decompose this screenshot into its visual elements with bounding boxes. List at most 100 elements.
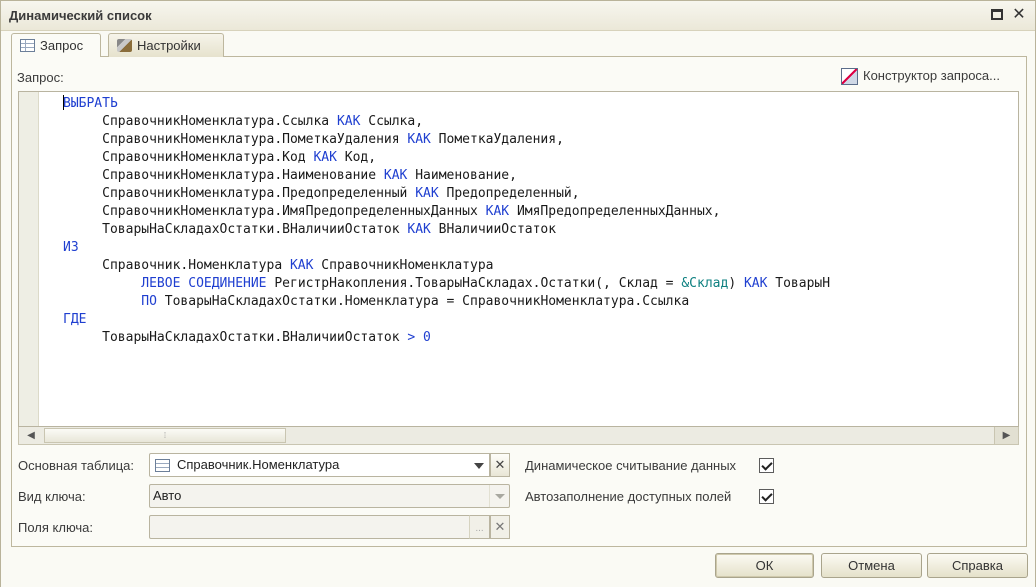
dialog-window: Динамический список ✕ Запрос Настройки З… xyxy=(0,0,1036,587)
code-text: ТоварыНаСкладахОстатки.ВНаличииОстаток xyxy=(63,330,408,345)
key-type-label: Вид ключа: xyxy=(18,489,86,504)
dynamic-read-label: Динамическое считывание данных xyxy=(525,458,737,473)
query-label: Запрос: xyxy=(17,70,64,85)
query-constructor-label: Конструктор запроса... xyxy=(863,68,1000,83)
query-constructor-link[interactable]: Конструктор запроса... xyxy=(841,68,1000,86)
chevron-down-icon xyxy=(474,463,484,469)
code-text: Ссылка, xyxy=(360,114,424,129)
maximize-icon[interactable] xyxy=(989,7,1005,23)
scroll-left-icon[interactable]: ◀ xyxy=(19,427,43,444)
code-line: ВЫБРАТЬ xyxy=(63,95,830,113)
catalog-table-icon xyxy=(155,459,170,472)
key-fields-clear-button[interactable]: ✕ xyxy=(490,515,510,539)
code-keyword: ЛЕВОЕ СОЕДИНЕНИЕ xyxy=(141,276,267,291)
code-line: СправочникНоменклатура.Предопределенный … xyxy=(63,185,830,203)
code-text: ) xyxy=(728,276,744,291)
scroll-right-icon[interactable]: ▶ xyxy=(994,427,1018,444)
main-table-field[interactable]: Справочник.Номенклатура xyxy=(149,453,489,477)
query-text-editor[interactable]: ВЫБРАТЬ СправочникНоменклатура.Ссылка КА… xyxy=(18,91,1019,427)
code-text: РегистрНакопления.ТоварыНаСкладах.Остатк… xyxy=(266,276,682,291)
code-text: СправочникНоменклатура.Ссылка xyxy=(63,114,337,129)
code-parameter: &Склад xyxy=(681,276,729,291)
code-text: Наименование, xyxy=(407,168,517,183)
main-table-value: Справочник.Номенклатура xyxy=(177,457,340,472)
code-keyword: ПО xyxy=(141,294,157,309)
key-type-dropdown-button[interactable] xyxy=(489,485,509,507)
key-fields-label: Поля ключа: xyxy=(18,520,94,535)
code-text: СправочникНоменклатура.Код xyxy=(63,150,314,165)
code-line: Справочник.Номенклатура КАК СправочникНо… xyxy=(63,257,830,275)
dynamic-read-checkbox[interactable] xyxy=(759,458,774,473)
main-table-clear-button[interactable]: ✕ xyxy=(490,453,510,477)
code-text: ПометкаУдаления, xyxy=(430,132,564,147)
table-icon xyxy=(20,39,35,52)
code-keyword: КАК xyxy=(336,114,361,129)
cancel-button[interactable]: Отмена xyxy=(821,553,922,578)
code-text: СправочникНоменклатура.Предопределенный xyxy=(63,186,416,201)
code-line: ЛЕВОЕ СОЕДИНЕНИЕ РегистрНакопления.Товар… xyxy=(63,275,830,293)
key-type-value: Авто xyxy=(153,488,182,503)
key-fields-select-button[interactable]: ... xyxy=(469,515,490,539)
settings-tools-icon xyxy=(117,39,132,52)
code-line: СправочникНоменклатура.ПометкаУдаления К… xyxy=(63,131,830,149)
scrollbar-thumb[interactable]: ⁞ xyxy=(44,428,286,443)
query-constructor-icon xyxy=(841,68,858,85)
code-text: ТоварыН xyxy=(767,276,831,291)
editor-gutter xyxy=(19,92,39,426)
code-keyword: КАК xyxy=(289,258,314,273)
title-bar: Динамический список ✕ xyxy=(1,1,1035,31)
close-icon[interactable]: ✕ xyxy=(1011,7,1027,23)
key-fields-input[interactable] xyxy=(149,515,489,539)
key-type-select[interactable]: Авто xyxy=(149,484,510,508)
code-keyword: КАК xyxy=(485,204,510,219)
code-keyword: ВЫБРАТЬ xyxy=(63,96,118,111)
code-line: СправочникНоменклатура.Код КАК Код, xyxy=(63,149,830,167)
code-keyword: КАК xyxy=(407,132,431,147)
window-title: Динамический список xyxy=(9,8,152,23)
code-line: ИЗ xyxy=(63,239,830,257)
main-table-dropdown-button[interactable] xyxy=(469,453,490,477)
code-keyword: КАК xyxy=(407,222,431,237)
tab-query-label: Запрос xyxy=(40,38,84,53)
code-text: Справочник.Номенклатура xyxy=(63,258,290,273)
tab-query[interactable]: Запрос xyxy=(11,33,101,58)
code-text: Предопределенный, xyxy=(438,186,580,201)
code-line: ТоварыНаСкладахОстатки.ВНаличииОстаток >… xyxy=(63,329,830,347)
code-text: СправочникНоменклатура.ПометкаУдаления xyxy=(63,132,408,147)
code-number: 0 xyxy=(423,330,431,345)
autofill-label: Автозаполнение доступных полей xyxy=(525,489,732,504)
code-keyword: КАК xyxy=(313,150,337,165)
code-text: СправочникНоменклатура xyxy=(313,258,494,273)
code-text: ИмяПредопределенныхДанных, xyxy=(509,204,721,219)
code-text: Код, xyxy=(336,150,377,165)
tab-settings[interactable]: Настройки xyxy=(108,33,224,57)
tab-settings-label: Настройки xyxy=(137,38,201,53)
code-line: ПО ТоварыНаСкладахОстатки.Номенклатура =… xyxy=(63,293,830,311)
code-text: ВНаличииОстаток xyxy=(430,222,557,237)
code-text: СправочникНоменклатура.Наименование xyxy=(63,168,384,183)
help-button[interactable]: Справка xyxy=(927,553,1028,578)
code-line: ГДЕ xyxy=(63,311,830,329)
code-keyword: КАК xyxy=(383,168,408,183)
code-line: СправочникНоменклатура.ИмяПредопределенн… xyxy=(63,203,830,221)
autofill-checkbox[interactable] xyxy=(759,489,774,504)
code-text: ТоварыНаСкладахОстатки.Номенклатура = Сп… xyxy=(156,294,690,309)
code-keyword: КАК xyxy=(743,276,768,291)
code-text: СправочникНоменклатура.ИмяПредопределенн… xyxy=(63,204,486,219)
code-keyword: КАК xyxy=(415,186,439,201)
query-code: ВЫБРАТЬ СправочникНоменклатура.Ссылка КА… xyxy=(63,95,830,347)
main-table-label: Основная таблица: xyxy=(18,458,135,473)
chevron-down-icon xyxy=(495,494,505,499)
tab-strip: Запрос Настройки xyxy=(11,31,1027,58)
code-line: ТоварыНаСкладахОстатки.ВНаличииОстаток К… xyxy=(63,221,830,239)
code-text: ТоварыНаСкладахОстатки.ВНаличииОстаток xyxy=(63,222,408,237)
code-keyword: ГДЕ xyxy=(63,312,87,327)
code-line: СправочникНоменклатура.Ссылка КАК Ссылка… xyxy=(63,113,830,131)
code-keyword: ИЗ xyxy=(63,240,79,255)
horizontal-scrollbar[interactable]: ◀ ⁞ ▶ xyxy=(18,427,1019,445)
code-line: СправочникНоменклатура.Наименование КАК … xyxy=(63,167,830,185)
ok-button[interactable]: ОК xyxy=(715,553,814,578)
